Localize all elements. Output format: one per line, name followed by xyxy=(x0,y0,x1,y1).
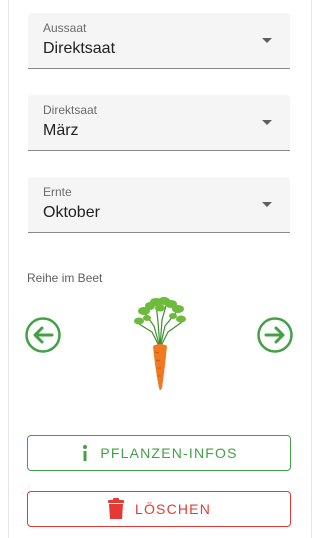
plant-info-label: PFLANZEN-INFOS xyxy=(100,445,238,461)
delete-label: LÖSCHEN xyxy=(134,501,212,517)
dropdown-arrow-icon xyxy=(262,38,272,43)
direktsaat-label: Direktsaat xyxy=(43,103,98,117)
direktsaat-select[interactable]: Direktsaat März xyxy=(28,95,290,151)
aussaat-select[interactable]: Aussaat Direktsaat xyxy=(28,13,290,69)
arrow-right-circle-icon xyxy=(257,317,293,353)
aussaat-value: Direktsaat xyxy=(43,40,116,57)
ernte-value: Oktober xyxy=(43,204,100,221)
info-icon xyxy=(83,445,88,461)
dropdown-arrow-icon xyxy=(262,202,272,207)
aussaat-label: Aussaat xyxy=(43,21,87,35)
arrow-left-circle-icon xyxy=(25,317,61,353)
dropdown-arrow-icon xyxy=(262,120,272,125)
previous-plant-button[interactable] xyxy=(25,317,61,353)
trash-icon xyxy=(107,498,124,519)
delete-button[interactable]: LÖSCHEN xyxy=(27,491,291,527)
ernte-select[interactable]: Ernte Oktober xyxy=(28,177,290,233)
row-in-bed-label: Reihe im Beet xyxy=(27,271,103,285)
plant-info-button[interactable]: PFLANZEN-INFOS xyxy=(27,435,291,471)
carrot-icon xyxy=(134,296,186,396)
direktsaat-value: März xyxy=(43,122,79,139)
next-plant-button[interactable] xyxy=(257,317,293,353)
ernte-label: Ernte xyxy=(43,185,72,199)
